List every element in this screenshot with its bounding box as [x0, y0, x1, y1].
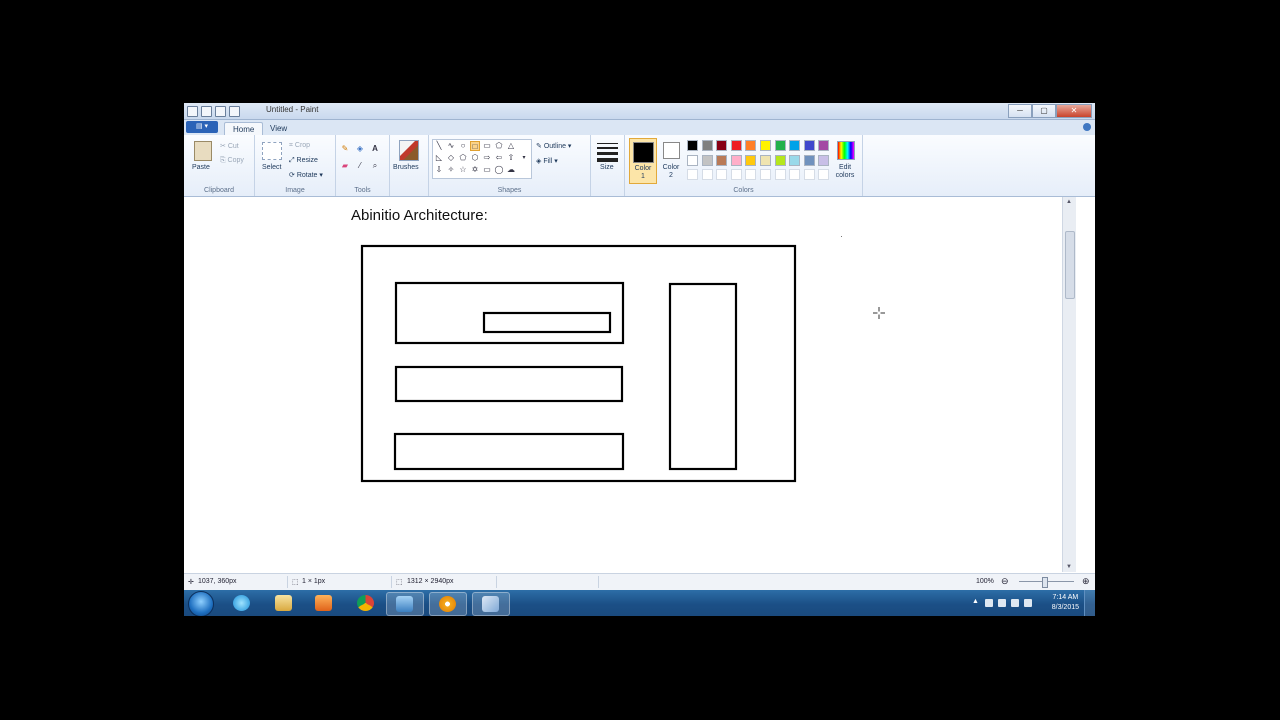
- scroll-down-icon[interactable]: ▼: [1066, 564, 1072, 570]
- app-window-icon: [396, 596, 413, 612]
- zoom-in-icon[interactable]: ⊕: [1082, 576, 1090, 587]
- stray-pixel: [841, 236, 842, 237]
- taskbar-ie[interactable]: [224, 592, 260, 614]
- start-button[interactable]: [188, 591, 214, 616]
- cursor-position-icon: ✛: [188, 579, 194, 586]
- action-center-icon[interactable]: [985, 599, 993, 607]
- internet-explorer-icon: [233, 595, 250, 611]
- cursor-position: 1037, 360px: [198, 578, 237, 585]
- display-icon[interactable]: [1011, 599, 1019, 607]
- scroll-up-icon[interactable]: ▲: [1066, 199, 1072, 205]
- paint-window: Untitled - Paint ─ ▢ ✕ ▤ ▾ Home View Pas…: [184, 103, 1095, 616]
- zoom-out-icon[interactable]: ⊖: [1001, 576, 1009, 587]
- middle-left-box: [394, 365, 624, 403]
- clock-date: 8/3/2015: [1051, 604, 1079, 611]
- architecture-diagram: [360, 236, 842, 483]
- chrome-icon: [357, 595, 374, 611]
- scroll-thumb[interactable]: [1065, 231, 1075, 299]
- canvas-size-icon: ⬚: [396, 579, 403, 586]
- zoom-slider-knob[interactable]: [1042, 577, 1048, 588]
- taskbar-flower-app[interactable]: [429, 592, 467, 616]
- selection-size-icon: ⬚: [292, 579, 299, 586]
- taskbar-explorer[interactable]: [266, 592, 302, 614]
- vertical-scrollbar[interactable]: ▲ ▼: [1062, 197, 1076, 572]
- selection-size: 1 × 1px: [302, 578, 326, 585]
- clock-time: 7:14 AM: [1052, 594, 1079, 601]
- right-tall-box: [668, 282, 738, 471]
- status-bar: ✛ 1037, 360px ⬚ 1 × 1px ⬚ 1312 × 2940px …: [184, 573, 1095, 590]
- crosshair-cursor-icon: [873, 307, 885, 319]
- canvas-margin: [1076, 197, 1095, 572]
- taskbar: ▲ 7:14 AM 8/3/2015: [184, 590, 1095, 616]
- media-player-icon: [315, 595, 332, 611]
- system-tray: ▲ 7:14 AM 8/3/2015: [955, 590, 1095, 616]
- canvas-size: 1312 × 2940px: [407, 578, 454, 585]
- taskbar-media-player[interactable]: [306, 592, 342, 614]
- taskbar-app-running[interactable]: [386, 592, 424, 616]
- show-desktop-button[interactable]: [1084, 590, 1095, 616]
- inner-box: [482, 311, 612, 334]
- taskbar-paint[interactable]: [472, 592, 510, 616]
- folder-icon: [275, 595, 292, 611]
- network-icon[interactable]: [998, 599, 1006, 607]
- volume-icon[interactable]: [1024, 599, 1032, 607]
- bottom-left-box: [393, 432, 625, 471]
- clock[interactable]: 7:14 AM 8/3/2015: [1052, 593, 1079, 613]
- show-hidden-icons[interactable]: ▲: [972, 598, 979, 605]
- outer-box: [360, 244, 797, 483]
- zoom-level: 100%: [976, 578, 994, 585]
- paint-icon: [482, 596, 499, 612]
- flower-icon: [439, 596, 456, 612]
- taskbar-chrome[interactable]: [348, 592, 384, 614]
